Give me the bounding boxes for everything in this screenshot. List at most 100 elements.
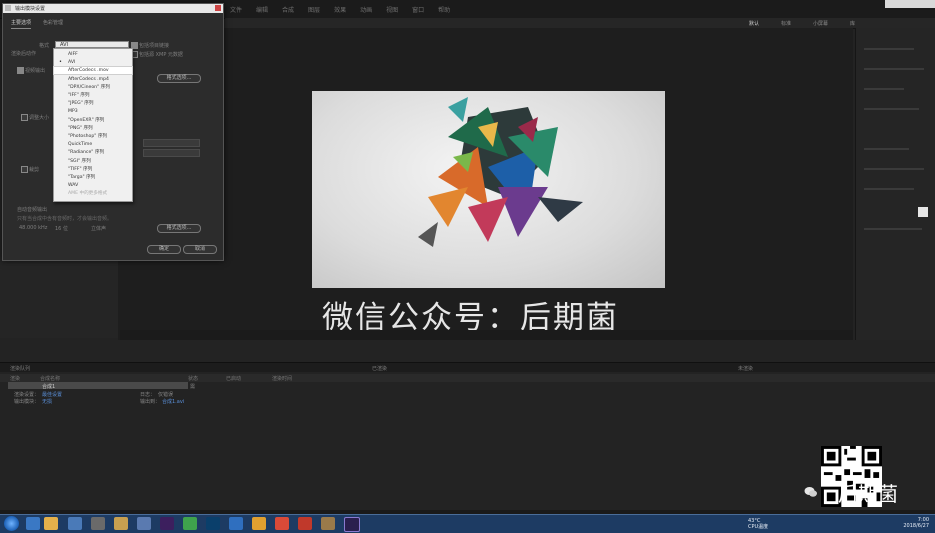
format-option-label: WAV: [68, 183, 79, 189]
chrome-icon[interactable]: [275, 517, 289, 530]
yellow-app-icon[interactable]: [252, 517, 266, 530]
menu-item[interactable]: 帮助: [438, 5, 450, 14]
windows-taskbar: 43°C CPU温度 7:00 2018/6/27: [0, 514, 935, 533]
menu-item[interactable]: 窗口: [412, 5, 424, 14]
format-option[interactable]: "Targa" 序列: [54, 174, 132, 181]
ie-icon[interactable]: [26, 517, 40, 530]
format-option[interactable]: "Photoshop" 序列: [54, 133, 132, 140]
panel-row: [864, 108, 919, 110]
tab-unrendered[interactable]: 未渲染: [738, 365, 753, 372]
format-option[interactable]: "SGI" 序列: [54, 158, 132, 165]
panel-row: [864, 188, 914, 190]
clock-date: 2018/6/27: [903, 523, 929, 529]
archive-icon[interactable]: [321, 517, 335, 530]
viewer-controls-bar[interactable]: [120, 330, 853, 340]
menu-item[interactable]: 效果: [334, 5, 346, 14]
premiere-icon[interactable]: [160, 517, 174, 530]
photoshop-icon[interactable]: [206, 517, 220, 530]
workspace-tab[interactable]: 默认: [749, 20, 759, 27]
format-option[interactable]: "IFF" 序列: [54, 92, 132, 99]
render-settings-value[interactable]: 最佳设置: [42, 391, 62, 398]
main-menu: 文件 编辑 合成 图层 效果 动画 视图 窗口 帮助: [230, 5, 450, 14]
format-option[interactable]: "Radiance" 序列: [54, 149, 132, 156]
selected-dot-icon: •: [59, 59, 62, 66]
workspace-tab[interactable]: 标准: [781, 20, 791, 27]
output-module-value[interactable]: 无损: [42, 398, 52, 405]
format-option[interactable]: "OpenEXR" 序列: [54, 117, 132, 124]
app-icon: [5, 5, 11, 11]
format-option[interactable]: AIFF: [54, 51, 132, 58]
panel-scroll-handle[interactable]: [918, 207, 928, 217]
window-controls[interactable]: [885, 0, 935, 8]
format-option-label: AfterCodecs .mov: [68, 68, 109, 74]
menu-item[interactable]: 视图: [386, 5, 398, 14]
crop-checkbox[interactable]: [21, 166, 28, 173]
tab-main-options[interactable]: 主要选项: [11, 19, 32, 29]
tab-rendered[interactable]: 已渲染: [372, 365, 387, 372]
after-effects-icon[interactable]: [344, 517, 360, 532]
explorer-icon[interactable]: [114, 517, 128, 530]
format-option-label: AME 中的更多格式: [68, 191, 108, 197]
format-option[interactable]: "PNG" 序列: [54, 125, 132, 132]
audio-depth-select[interactable]: 16 位: [55, 225, 68, 232]
audio-channels-select[interactable]: 立体声: [91, 225, 106, 232]
format-option[interactable]: WAV: [54, 182, 132, 189]
app-icon[interactable]: [91, 517, 105, 530]
format-option[interactable]: QuickTime: [54, 141, 132, 148]
video-output-checkbox[interactable]: [17, 67, 24, 74]
folder-icon[interactable]: [44, 517, 58, 530]
format-option-label: AfterCodecs .mp4: [68, 76, 109, 82]
media-icon[interactable]: [68, 517, 82, 530]
column-render: 渲染: [10, 376, 21, 382]
green-app-icon[interactable]: [183, 517, 197, 530]
menu-item[interactable]: 合成: [282, 5, 294, 14]
log-value[interactable]: 仅错误: [158, 391, 173, 398]
panel-row: [864, 228, 922, 230]
format-option[interactable]: "TIFF" 序列: [54, 166, 132, 173]
format-option[interactable]: AME 中的更多格式: [54, 190, 132, 197]
system-clock[interactable]: 7:00 2018/6/27: [903, 517, 929, 529]
format-option[interactable]: • AVI: [54, 59, 132, 66]
workspace-tab[interactable]: 小屏幕: [813, 20, 828, 27]
format-option[interactable]: AfterCodecs .mov: [53, 66, 133, 76]
audio-output-label[interactable]: 自动音频输出: [17, 206, 47, 213]
player-icon[interactable]: [229, 517, 243, 530]
resize-checkbox[interactable]: [21, 114, 28, 121]
close-icon[interactable]: [215, 5, 221, 11]
workspace-switcher: 默认 标准 小屏幕 库: [749, 20, 855, 27]
menu-item[interactable]: 文件: [230, 5, 242, 14]
panel-row: [864, 148, 909, 150]
audio-note: 只有当合成中含有音频时，才会输出音频。: [17, 216, 113, 222]
tab-render-queue[interactable]: 渲染队列: [10, 365, 30, 372]
disabled-field: [143, 139, 200, 147]
red-app-icon[interactable]: [298, 517, 312, 530]
workspace-tab[interactable]: 库: [850, 20, 855, 27]
format-option[interactable]: "JPEG" 序列: [54, 100, 132, 107]
format-option-label: "Radiance" 序列: [68, 150, 105, 156]
output-to-value[interactable]: 合成1.avi: [162, 398, 184, 405]
cancel-button[interactable]: 取消: [183, 245, 217, 254]
format-option[interactable]: AfterCodecs .mp4: [54, 76, 132, 83]
format-select[interactable]: AVI: [55, 41, 129, 48]
format-option[interactable]: "DPX/Cineon" 序列: [54, 84, 132, 91]
menu-item[interactable]: 图层: [308, 5, 320, 14]
format-options-button[interactable]: 格式选项...: [157, 74, 201, 83]
tab-color-management[interactable]: 色彩管理: [43, 19, 63, 29]
audio-format-options-button[interactable]: 格式选项...: [157, 224, 201, 233]
ok-button[interactable]: 确定: [147, 245, 181, 254]
panel-row: [864, 168, 924, 170]
column-comp-name: 合成名称: [40, 376, 61, 382]
log-label: 日志：: [140, 392, 156, 398]
network-icon[interactable]: [137, 517, 151, 530]
menu-item[interactable]: 动画: [360, 5, 372, 14]
format-option-label: "JPEG" 序列: [68, 101, 94, 107]
table-row[interactable]: 合成1 需要输出: [8, 382, 195, 411]
format-option-label: AVI: [68, 60, 76, 66]
audio-rate-select[interactable]: 48.000 kHz: [19, 225, 47, 231]
panel-row: [864, 88, 904, 90]
cpu-temperature: 43°C CPU温度: [748, 518, 768, 530]
format-option[interactable]: MP3: [54, 108, 132, 115]
crop-label: 裁剪: [29, 167, 40, 173]
menu-item[interactable]: 编辑: [256, 5, 268, 14]
start-button-icon[interactable]: [4, 516, 19, 531]
